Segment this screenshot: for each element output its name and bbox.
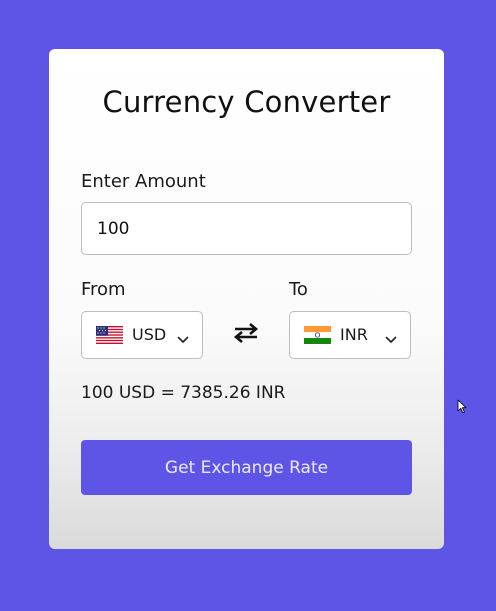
amount-input[interactable] xyxy=(81,202,412,255)
get-exchange-rate-button[interactable]: Get Exchange Rate xyxy=(81,440,412,495)
swap-arrows-icon[interactable] xyxy=(233,322,259,344)
chevron-down-icon xyxy=(385,329,397,348)
to-currency-select[interactable]: INR xyxy=(289,311,411,359)
page-title: Currency Converter xyxy=(102,85,391,119)
exchange-result: 100 USD = 7385.26 INR xyxy=(81,383,286,403)
chevron-down-icon xyxy=(177,329,189,348)
from-currency-select[interactable]: USD xyxy=(81,311,203,359)
from-currency-code: USD xyxy=(132,325,167,344)
to-label: To xyxy=(289,279,308,300)
to-currency-code: INR xyxy=(340,325,368,344)
amount-label: Enter Amount xyxy=(81,171,206,192)
mouse-cursor-icon xyxy=(457,399,467,414)
converter-card: Currency Converter Enter Amount From xyxy=(49,49,444,549)
from-label: From xyxy=(81,279,126,300)
us-flag-icon xyxy=(96,326,123,344)
india-flag-icon xyxy=(304,326,331,344)
